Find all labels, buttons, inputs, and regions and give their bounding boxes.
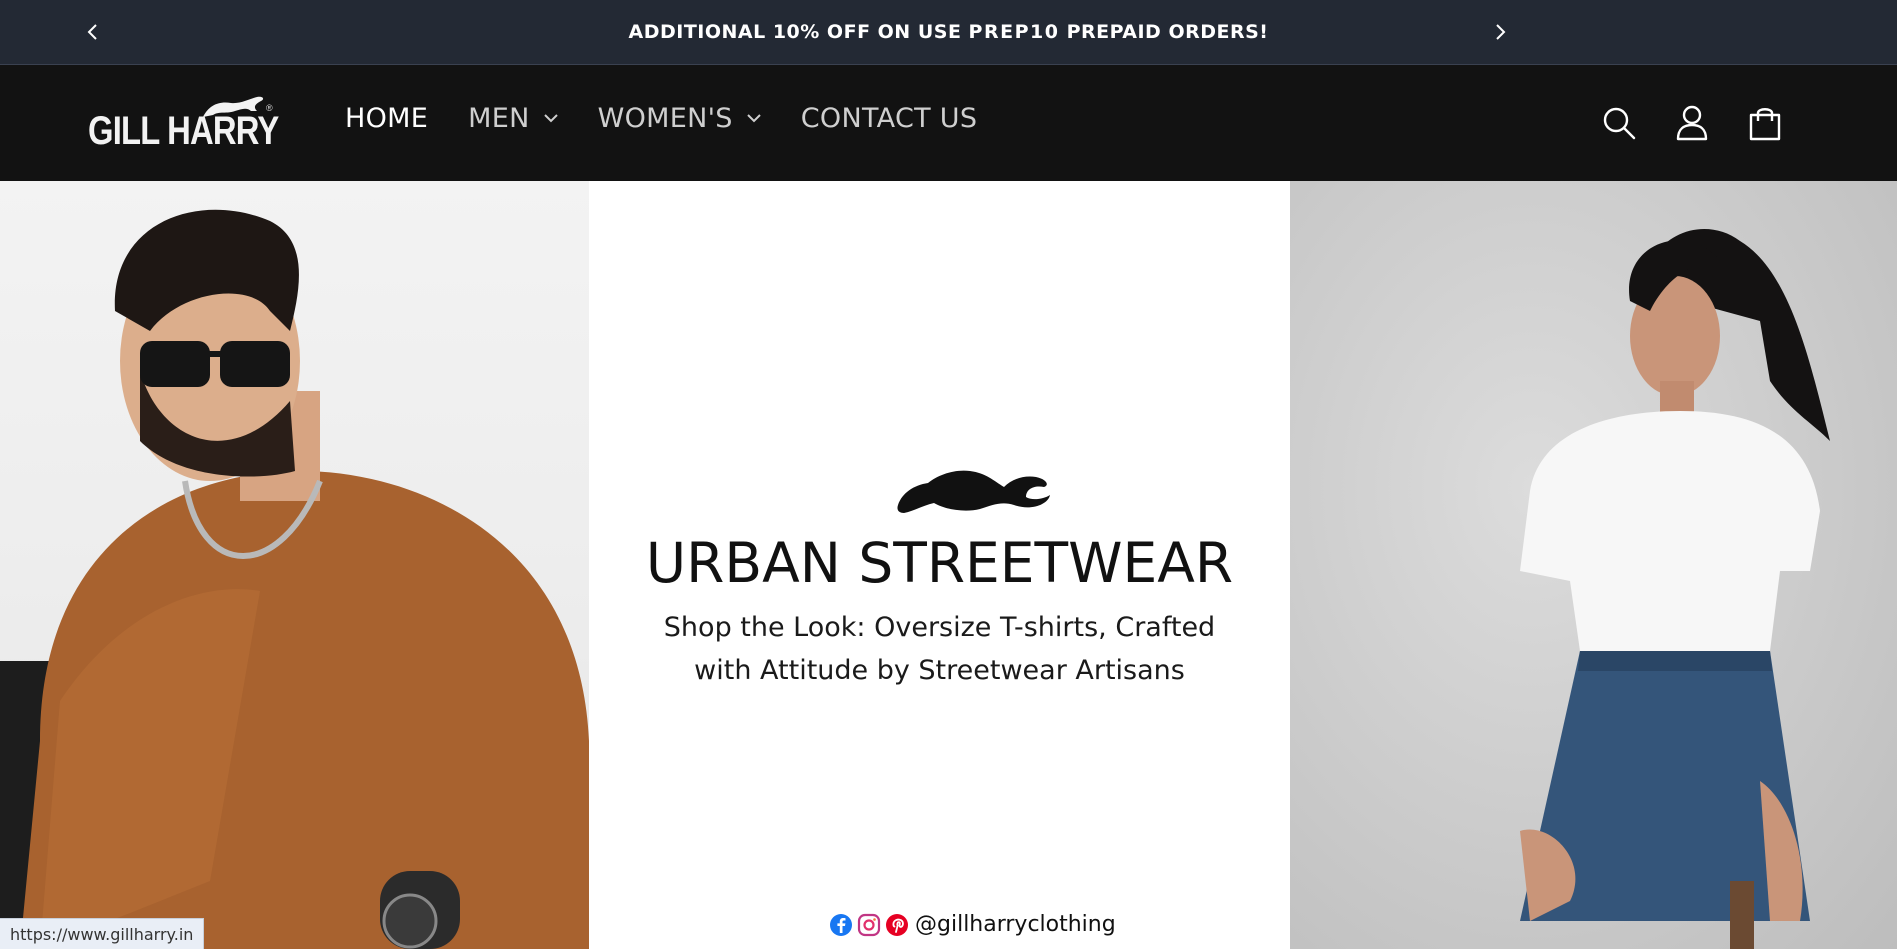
site-logo[interactable]: GILL HARRY ® [88,95,320,151]
hero-subtitle: Shop the Look: Oversize T-shirts, Crafte… [649,606,1230,692]
hero-banner[interactable]: URBAN STREETWEAR Shop the Look: Oversize… [0,181,1897,949]
site-header: GILL HARRY ® HOME MEN WOMEN'S CONTACT US [0,65,1897,181]
main-nav: HOME MEN WOMEN'S CONTACT US [345,103,1017,134]
model-women-illustration [1520,229,1830,949]
search-icon [1603,107,1636,140]
hero-subtitle-line1: Shop the Look: Oversize T-shirts, Crafte… [663,612,1216,643]
nav-home-label: HOME [345,103,429,134]
panther-logo-icon [897,470,1050,513]
model-men-illustration [0,209,589,949]
announcement-text: ADDITIONAL 10% OFF ON USE PREP10 PREPAID… [628,21,1269,43]
chevron-left-icon [87,24,97,40]
chevron-down-icon [747,114,761,123]
nav-womens-label: WOMEN'S [597,103,733,134]
announcement-next-button[interactable] [1485,17,1515,47]
chevron-right-icon [1496,24,1506,40]
status-bar-url: https://www.gillharry.in [0,918,205,949]
registered-mark: ® [266,103,273,113]
social-links: @gillharryclothing [829,912,1116,937]
hero-text-panel: URBAN STREETWEAR Shop the Look: Oversize… [589,181,1290,949]
search-button[interactable] [1597,101,1641,145]
nav-home[interactable]: HOME [345,103,428,134]
instagram-icon[interactable] [857,913,881,937]
hero-image-men [0,181,589,949]
account-button[interactable] [1670,101,1714,145]
announcement-prev-button[interactable] [78,17,108,47]
hero-subtitle-line2: with Attitude by Streetwear Artisans [694,655,1185,686]
chevron-down-icon [543,114,558,123]
nav-contact-label: CONTACT US [800,103,978,134]
cart-icon [1749,108,1781,141]
promo-code: PREP10 [968,21,1060,43]
announcement-bar: ADDITIONAL 10% OFF ON USE PREP10 PREPAID… [0,0,1897,65]
nav-contact-us[interactable]: CONTACT US [801,103,978,134]
facebook-icon[interactable] [829,913,853,937]
nav-womens[interactable]: WOMEN'S [598,103,761,134]
nav-men-label: MEN [468,103,530,134]
account-icon [1676,105,1708,141]
social-handle[interactable]: @gillharryclothing [915,912,1116,937]
header-actions [1568,101,1787,145]
cart-button[interactable] [1743,101,1787,145]
hero-title: URBAN STREETWEAR [645,531,1234,595]
logo-panther-icon [203,96,264,117]
hero-image-women [1290,181,1897,949]
nav-men[interactable]: MEN [468,103,558,134]
pinterest-icon[interactable] [885,913,909,937]
